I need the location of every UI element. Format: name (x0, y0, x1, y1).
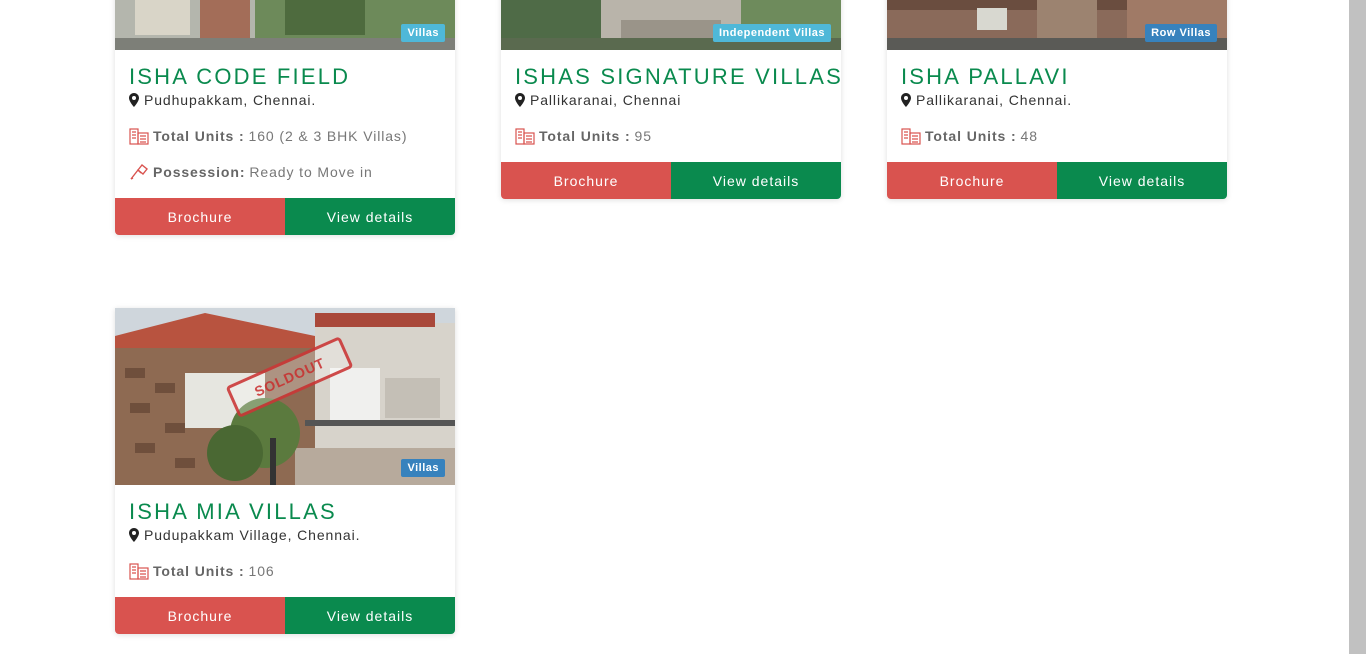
category-tag: Independent Villas (713, 24, 831, 42)
map-marker-icon (129, 528, 139, 542)
possession-label: Possession: (153, 164, 246, 180)
project-card-ishas-signature-villas: Independent Villas ISHAS SIGNATURE VILLA… (501, 0, 841, 199)
building-icon (515, 128, 535, 145)
project-image[interactable]: Villas (115, 0, 455, 50)
brochure-button[interactable]: Brochure (115, 597, 285, 634)
project-title[interactable]: ISHA CODE FIELD (129, 64, 441, 90)
total-units-value: 160 (2 & 3 BHK Villas) (248, 128, 408, 144)
project-card-isha-mia-villas: SOLDOUT Villas ISHA MIA VILLAS Pudupakka… (115, 308, 455, 634)
project-title[interactable]: ISHA PALLAVI (901, 64, 1213, 90)
scrollbar-thumb[interactable] (1349, 0, 1366, 654)
key-icon (130, 164, 148, 180)
project-image[interactable]: Independent Villas (501, 0, 841, 50)
brochure-button[interactable]: Brochure (887, 162, 1057, 199)
total-units-label: Total Units : (153, 563, 245, 579)
view-details-button[interactable]: View details (285, 597, 455, 634)
project-card-isha-code-field: Villas ISHA CODE FIELD Pudhupakkam, Chen… (115, 0, 455, 235)
project-location: Pallikaranai, Chennai (530, 92, 682, 108)
total-units-value: 106 (248, 563, 275, 579)
building-icon (129, 563, 149, 580)
total-units-label: Total Units : (153, 128, 245, 144)
map-marker-icon (515, 93, 525, 107)
project-card-isha-pallavi: Row Villas ISHA PALLAVI Pallikaranai, Ch… (887, 0, 1227, 199)
vertical-scrollbar[interactable] (1349, 0, 1366, 654)
building-icon (901, 128, 921, 145)
project-location: Pudhupakkam, Chennai. (144, 92, 317, 108)
total-units-value: 48 (1020, 128, 1038, 144)
brochure-button[interactable]: Brochure (115, 198, 285, 235)
view-details-button[interactable]: View details (671, 162, 841, 199)
map-marker-icon (129, 93, 139, 107)
possession-value: Ready to Move in (249, 164, 373, 180)
total-units-label: Total Units : (925, 128, 1017, 144)
building-icon (129, 128, 149, 145)
category-tag: Villas (401, 459, 445, 477)
project-image[interactable]: Row Villas (887, 0, 1227, 50)
view-details-button[interactable]: View details (1057, 162, 1227, 199)
project-image[interactable]: SOLDOUT Villas (115, 308, 455, 485)
project-location: Pallikaranai, Chennai. (916, 92, 1072, 108)
category-tag: Row Villas (1145, 24, 1217, 42)
view-details-button[interactable]: View details (285, 198, 455, 235)
brochure-button[interactable]: Brochure (501, 162, 671, 199)
total-units-value: 95 (634, 128, 652, 144)
map-marker-icon (901, 93, 911, 107)
total-units-label: Total Units : (539, 128, 631, 144)
project-location: Pudupakkam Village, Chennai. (144, 527, 361, 543)
project-title[interactable]: ISHAS SIGNATURE VILLAS (515, 64, 841, 90)
category-tag: Villas (401, 24, 445, 42)
project-title[interactable]: ISHA MIA VILLAS (129, 499, 441, 525)
